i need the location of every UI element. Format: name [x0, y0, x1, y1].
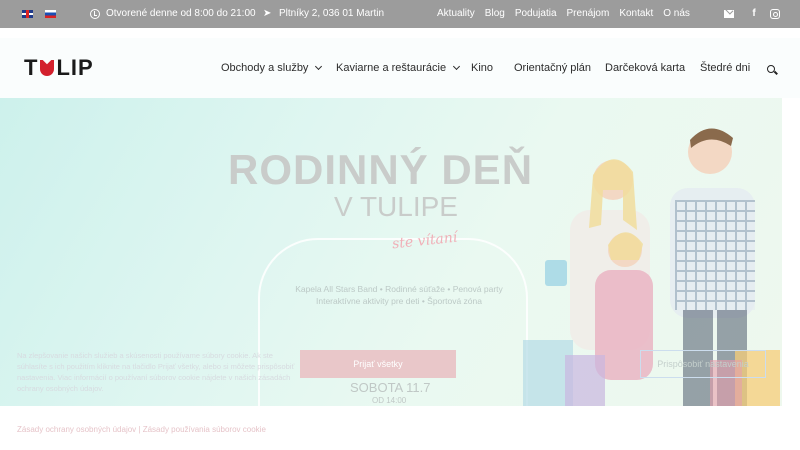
opening-hours-text: Otvorené denne od 8:00 do 21:00: [106, 8, 256, 19]
nav-obchody-a-sluzby[interactable]: Obchody a služby: [221, 62, 323, 74]
nav-orientacny-plan[interactable]: Orientačný plán: [514, 62, 591, 74]
nav-stedre-dni[interactable]: Štedré dni: [700, 62, 750, 74]
sk-flag-icon[interactable]: [45, 10, 56, 18]
chevron-down-icon: [453, 62, 461, 71]
cookie-notice-text: Na zlepšovanie našich služieb a skúsenos…: [17, 351, 295, 393]
facebook-icon[interactable]: f: [748, 8, 760, 20]
nav-label: Kaviarne a reštaurácie: [336, 62, 447, 74]
top-nav-o-nas[interactable]: O nás: [663, 8, 690, 19]
cookie-policy-links[interactable]: Zásady ochrany osobných údajov | Zásady …: [17, 425, 266, 434]
top-nav-kontakt[interactable]: Kontakt: [619, 8, 653, 19]
nav-label: Štedré dni: [700, 62, 751, 74]
nav-kino[interactable]: Kino: [471, 62, 493, 74]
nav-label: Darčeková karta: [605, 62, 686, 74]
hero-program-line: Interaktívne aktivity pre deti • Športov…: [316, 296, 482, 306]
hero-subtitle: V TULIPE: [334, 191, 458, 222]
top-nav-aktuality[interactable]: Aktuality: [437, 8, 475, 19]
event-time: OD 14:00: [372, 396, 407, 405]
customize-settings-button[interactable]: Prispôsobiť nastavenia: [640, 350, 766, 378]
top-nav: Aktuality Blog Podujatia Prenájom Kontak…: [437, 8, 690, 19]
nav-label: Kino: [471, 62, 494, 74]
logo-letters-lip: LIP: [56, 55, 94, 80]
hero-title: RODINNÝ DEŇ: [228, 146, 534, 193]
address-text: Pltníky 2, 036 01 Martin: [279, 8, 385, 19]
tulip-icon: [39, 55, 55, 78]
nav-kaviarne-a-restauracie[interactable]: Kaviarne a reštaurácie: [336, 62, 461, 74]
hero-program-line: Kapela All Stars Band • Rodinné súťaže •…: [295, 284, 503, 294]
logo-letter-t: T: [24, 55, 39, 80]
chevron-down-icon: [315, 62, 323, 71]
logo[interactable]: T LIP: [24, 55, 94, 81]
en-flag-icon[interactable]: [22, 10, 33, 18]
top-nav-blog[interactable]: Blog: [485, 8, 505, 19]
address: ➤ Pltníky 2, 036 01 Martin: [263, 8, 384, 19]
clock-icon: [90, 8, 100, 19]
accept-all-button[interactable]: Prijať všetky: [300, 350, 456, 378]
nav-label: Obchody a služby: [221, 62, 309, 74]
nav-label: Orientačný plán: [514, 62, 592, 74]
event-date: SOBOTA 11.7: [350, 380, 431, 395]
search-icon[interactable]: [767, 65, 775, 73]
opening-hours: Otvorené denne od 8:00 do 21:00: [90, 8, 256, 19]
nav-darcekova-karta[interactable]: Darčeková karta: [605, 62, 685, 74]
top-nav-prenajom[interactable]: Prenájom: [567, 8, 610, 19]
instagram-icon[interactable]: [769, 8, 781, 20]
top-nav-podujatia[interactable]: Podujatia: [515, 8, 557, 19]
location-arrow-icon: ➤: [263, 7, 272, 19]
page: Otvorené denne od 8:00 do 21:00 ➤ Pltník…: [0, 0, 800, 450]
mail-icon[interactable]: [723, 8, 735, 20]
hero-program: Kapela All Stars Band • Rodinné súťaže •…: [284, 283, 514, 307]
top-bar: Otvorené denne od 8:00 do 21:00 ➤ Pltník…: [0, 0, 800, 28]
